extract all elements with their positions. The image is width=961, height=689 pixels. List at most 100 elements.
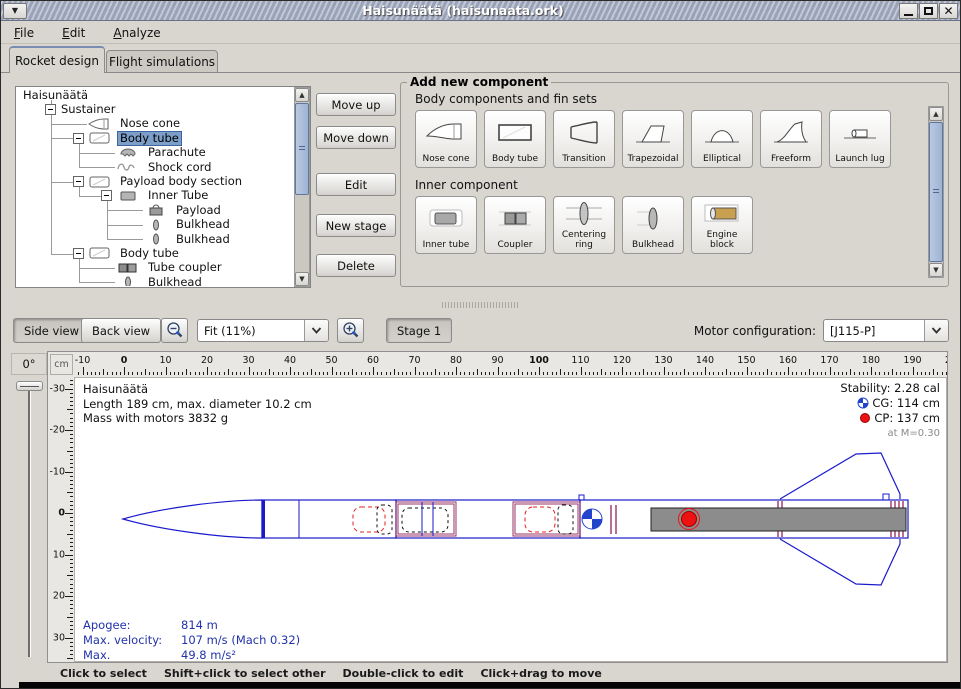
- tree-item[interactable]: Nose cone: [17, 117, 293, 131]
- tree-item-label[interactable]: Bulkhead: [174, 233, 232, 246]
- tree-scrollbar-thumb[interactable]: [295, 103, 309, 195]
- stage-1-toggle[interactable]: Stage 1: [386, 318, 452, 343]
- tree-item[interactable]: Payload body section: [17, 174, 293, 188]
- tree-item-label[interactable]: Inner Tube: [146, 189, 210, 202]
- tree-item[interactable]: Payload: [17, 203, 293, 217]
- menu-file[interactable]: File: [11, 24, 37, 42]
- tree-item[interactable]: Parachute: [17, 146, 293, 160]
- ruler-tick: [70, 563, 74, 564]
- rotation-slider-track[interactable]: [28, 385, 31, 657]
- scroll-down-icon[interactable]: ▼: [295, 272, 309, 286]
- tree-item[interactable]: Body tube: [17, 131, 293, 145]
- tree-expander-icon[interactable]: [45, 104, 56, 115]
- title-bar[interactable]: ▼ Haisunäätä (haisunaata.ork) ✕: [1, 1, 960, 21]
- tree-item[interactable]: Bulkhead: [17, 275, 293, 286]
- tree-item[interactable]: Body tube: [17, 246, 293, 260]
- scroll-up-icon[interactable]: ▲: [295, 88, 309, 102]
- add-centering-ring-button[interactable]: Centering ring: [553, 196, 615, 254]
- zoom-select[interactable]: Fit (11%): [197, 319, 329, 342]
- motor-configuration-select[interactable]: [J115-P]: [823, 319, 949, 342]
- move-down-button[interactable]: Move down: [316, 126, 396, 149]
- tree-item[interactable]: Haisunäätä: [17, 88, 293, 102]
- menu-analyze[interactable]: Analyze: [110, 24, 163, 42]
- tree-item-label[interactable]: Parachute: [146, 146, 208, 159]
- ruler-tick: [614, 372, 615, 376]
- back-view-button[interactable]: Back view: [81, 318, 161, 343]
- rocket-view-area: 0° cm -100102030405060708090100110120130…: [1, 349, 961, 663]
- add-coupler-button[interactable]: Coupler: [484, 196, 546, 254]
- tree-item-label[interactable]: Body tube: [118, 247, 181, 260]
- tree-item-label[interactable]: Payload body section: [118, 175, 244, 188]
- add-body-tube-button[interactable]: Body tube: [484, 110, 546, 168]
- horizontal-ruler: -100102030405060708090100110120130140150…: [74, 354, 947, 375]
- add-engine-block-button[interactable]: Engine block: [691, 196, 753, 254]
- scroll-up-icon[interactable]: ▲: [929, 107, 943, 121]
- maximize-button[interactable]: [919, 3, 938, 19]
- ruler-tick: [871, 367, 872, 375]
- ruler-tick: [435, 369, 436, 375]
- zoom-in-button[interactable]: [337, 318, 364, 343]
- menu-edit[interactable]: Edit: [59, 24, 88, 42]
- tree-item-label[interactable]: Sustainer: [59, 103, 117, 116]
- ruler-tick: [215, 372, 216, 376]
- move-up-button[interactable]: Move up: [316, 93, 396, 116]
- ruler-tick: [535, 372, 536, 376]
- side-view-button[interactable]: Side view: [13, 318, 90, 343]
- rotation-value: 0°: [11, 353, 47, 375]
- tree-item[interactable]: Inner Tube: [17, 189, 293, 203]
- ruler-tick: [896, 372, 897, 376]
- tree-expander-icon[interactable]: [73, 248, 84, 259]
- ruler-label: 100: [529, 355, 549, 366]
- tree-item-label[interactable]: Haisunäätä: [21, 89, 90, 102]
- component-scrollbar-thumb[interactable]: [929, 122, 943, 262]
- add-launch-lug-button[interactable]: Launch lug: [829, 110, 891, 168]
- add-elliptical-button[interactable]: Elliptical: [691, 110, 753, 168]
- tree-item-label[interactable]: Nose cone: [118, 117, 182, 130]
- edit-button[interactable]: Edit: [316, 173, 396, 196]
- new-stage-button[interactable]: New stage: [316, 214, 396, 237]
- ruler-tick: [510, 372, 511, 376]
- tree-item-label[interactable]: Shock cord: [146, 161, 213, 174]
- scroll-down-icon[interactable]: ▼: [929, 263, 943, 277]
- add-nose-cone-button[interactable]: Nose cone: [415, 110, 477, 168]
- ruler-tick: [605, 372, 606, 376]
- close-button[interactable]: ✕: [939, 3, 958, 19]
- add-inner-tube-button[interactable]: Inner tube: [415, 196, 477, 254]
- vertical-ruler: -30-20-100102030: [50, 377, 73, 662]
- tab-rocket-design[interactable]: Rocket design: [9, 46, 105, 73]
- tree-item[interactable]: Bulkhead: [17, 232, 293, 246]
- add-trapezoidal-button[interactable]: Trapezoidal: [622, 110, 684, 168]
- tree-item[interactable]: Bulkhead: [17, 218, 293, 232]
- divider-grip-icon[interactable]: [442, 302, 520, 308]
- ruler-tick: [921, 372, 922, 376]
- body-components-row: Nose coneBody tubeTransitionTrapezoidalE…: [415, 110, 938, 168]
- tree-item[interactable]: Shock cord: [17, 160, 293, 174]
- delete-button[interactable]: Delete: [316, 254, 396, 277]
- split-pane-divider[interactable]: [1, 293, 960, 316]
- tree-item[interactable]: Tube coupler: [17, 261, 293, 275]
- window-menu-icon[interactable]: ▼: [3, 3, 27, 19]
- tree-item[interactable]: Sustainer: [17, 102, 293, 116]
- tree-item-label[interactable]: Payload: [174, 204, 223, 217]
- tree-expander-icon[interactable]: [101, 190, 112, 201]
- ruler-tick: [381, 372, 382, 376]
- add-freeform-button[interactable]: Freeform: [760, 110, 822, 168]
- tree-item-label[interactable]: Bulkhead: [174, 218, 232, 231]
- minimize-button[interactable]: [899, 3, 918, 19]
- zoom-out-button[interactable]: [161, 318, 188, 343]
- tab-flight-simulations[interactable]: Flight simulations: [106, 50, 218, 73]
- ruler-tick: [734, 372, 735, 376]
- add-bulkhead-button[interactable]: Bulkhead: [622, 196, 684, 254]
- add-transition-button[interactable]: Transition: [553, 110, 615, 168]
- tree-item-label[interactable]: Body tube: [118, 132, 181, 145]
- tree-expander-icon[interactable]: [73, 133, 84, 144]
- tree-item-label[interactable]: Tube coupler: [146, 261, 224, 274]
- tree-item-label[interactable]: Bulkhead: [146, 276, 204, 286]
- rotation-slider-handle[interactable]: [16, 381, 43, 391]
- rocket-canvas[interactable]: Haisunäätä Length 189 cm, max. diameter …: [74, 377, 947, 662]
- tree-expander-icon[interactable]: [73, 176, 84, 187]
- ruler-tick: [722, 372, 723, 376]
- component-scrollbar[interactable]: ▲ ▼: [928, 106, 944, 278]
- tree-scrollbar[interactable]: ▲ ▼: [294, 87, 310, 287]
- parachute-outline: [525, 507, 555, 532]
